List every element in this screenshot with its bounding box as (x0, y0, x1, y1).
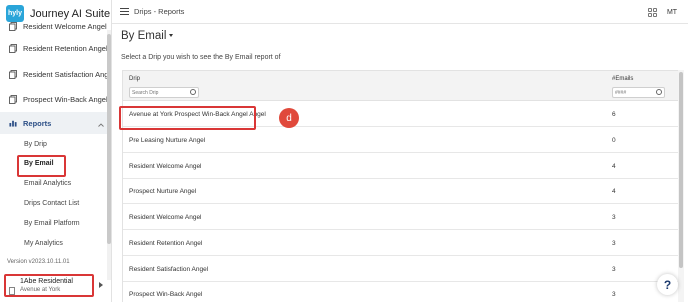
sidebar-item-prospect-winback[interactable]: Prospect Win-Back Angel (0, 87, 111, 111)
drip-name[interactable]: Prospect Nurture Angel (129, 188, 196, 195)
drip-name[interactable]: Resident Retention Angel (129, 240, 202, 247)
table-row[interactable]: Resident Retention Angel 3 (123, 231, 679, 256)
table-row[interactable]: Resident Welcome Angel 3 (123, 205, 679, 230)
sidebar-item-resident-welcome[interactable]: Resident Welcome Angel (0, 14, 111, 38)
table-header: Drip #Emails (123, 71, 679, 101)
emails-search-input[interactable] (615, 88, 655, 97)
table-row[interactable]: Resident Satisfaction Angel 3 (123, 257, 679, 282)
column-header-drip[interactable]: Drip (129, 76, 140, 82)
column-header-emails[interactable]: #Emails (612, 76, 633, 82)
bar-chart-icon (9, 119, 17, 128)
hamburger-menu-icon[interactable] (120, 8, 129, 15)
version-text: Version v2023.10.11.01 (7, 259, 70, 265)
account-property: Avenue at York (20, 287, 61, 293)
sidebar-subitem-label: Email Analytics (24, 180, 72, 187)
email-count: 3 (612, 240, 616, 247)
account-name: 1Abe Residential (20, 278, 73, 285)
sidebar-item-label: Prospect Win-Back Angel (23, 94, 108, 104)
sidebar-subitem-label: Drips Contact List (24, 200, 80, 207)
sidebar-item-label: Resident Welcome Angel (23, 21, 107, 31)
page-title-dropdown[interactable]: By Email (121, 30, 174, 42)
sidebar-subitem-label: By Email Platform (24, 220, 80, 227)
sidebar-item-label: Resident Satisfaction Angel... (23, 69, 112, 79)
sidebar-item-resident-satisfaction[interactable]: Resident Satisfaction Angel... (0, 62, 112, 86)
sidebar-item-reports[interactable]: Reports (0, 112, 111, 134)
sidebar-subitem-email-analytics[interactable]: Email Analytics (0, 174, 111, 196)
building-icon (9, 282, 15, 295)
main-content: By Email Select a Drip you wish to see t… (112, 25, 688, 302)
drip-name[interactable]: Pre Leasing Nurture Angel (129, 137, 205, 144)
email-count: 3 (612, 214, 616, 221)
search-icon (656, 89, 662, 95)
sidebar-item-resident-retention[interactable]: Resident Retention Angel (0, 36, 111, 60)
drip-name[interactable]: Prospect Win-Back Angel (129, 291, 202, 298)
email-count: 3 (612, 291, 616, 298)
sidebar-scrollbar-thumb[interactable] (107, 34, 111, 244)
apps-grid-icon[interactable] (648, 8, 657, 17)
copy-icon (9, 43, 17, 53)
copy-icon (9, 69, 17, 79)
chevron-up-icon (98, 120, 104, 129)
sidebar-item-label: Reports (23, 118, 52, 128)
sidebar: hyly Journey AI Suite Resident Welcome A… (0, 0, 112, 302)
sidebar-subitem-by-email-platform[interactable]: By Email Platform (0, 214, 111, 236)
table-row[interactable]: Resident Welcome Angel 4 (123, 154, 679, 179)
drip-name[interactable]: Resident Satisfaction Angel (129, 266, 208, 273)
instruction-text: Select a Drip you wish to see the By Ema… (121, 54, 281, 61)
top-bar: Drips - Reports MT (112, 0, 688, 24)
step-badge: d (279, 108, 299, 128)
sidebar-item-label: Resident Retention Angel (23, 43, 108, 53)
table-scrollbar-thumb[interactable] (679, 72, 683, 268)
table-row[interactable]: Prospect Nurture Angel 4 (123, 179, 679, 204)
sidebar-subitem-label: By Drip (24, 141, 47, 148)
caret-right-icon[interactable] (99, 282, 103, 290)
sidebar-subitem-drips-contact-list[interactable]: Drips Contact List (0, 194, 111, 216)
page-title: By Email (121, 30, 167, 42)
drips-table: Drip #Emails Avenue at York Prospect Win… (122, 70, 680, 302)
avatar[interactable]: MT (665, 5, 679, 19)
emails-filter (612, 87, 665, 98)
email-count: 4 (612, 188, 616, 195)
first-row-highlight (119, 106, 256, 130)
table-row[interactable]: Prospect Win-Back Angel 3 (123, 282, 679, 302)
account-switcher[interactable]: 1Abe Residential Avenue at York (4, 274, 94, 297)
help-button[interactable]: ? (657, 274, 678, 295)
sidebar-subitem-my-analytics[interactable]: My Analytics (0, 234, 111, 256)
caret-down-icon (169, 34, 174, 38)
drip-search-input[interactable] (132, 88, 186, 97)
email-count: 3 (612, 266, 616, 273)
copy-icon (9, 21, 17, 31)
email-count: 6 (612, 111, 616, 118)
breadcrumb: Drips - Reports (134, 7, 185, 16)
by-email-highlight (17, 155, 66, 177)
drip-filter (129, 87, 199, 98)
email-count: 4 (612, 163, 616, 170)
email-count: 0 (612, 137, 616, 144)
drip-name[interactable]: Resident Welcome Angel (129, 214, 202, 221)
sidebar-subitem-label: My Analytics (24, 240, 63, 247)
table-row[interactable]: Pre Leasing Nurture Angel 0 (123, 128, 679, 153)
search-icon (190, 89, 196, 95)
copy-icon (9, 94, 17, 104)
drip-name[interactable]: Resident Welcome Angel (129, 163, 202, 170)
